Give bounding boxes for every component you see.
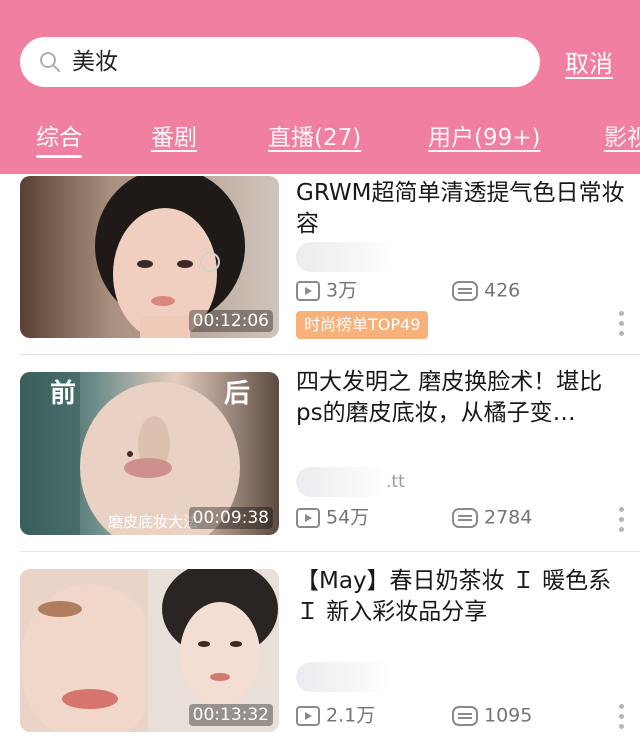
play-count-icon: [296, 280, 320, 301]
search-bar[interactable]: 美妆: [20, 37, 540, 87]
ranking-badge[interactable]: 时尚榜单TOP49: [296, 311, 429, 339]
video-thumbnail[interactable]: 前 后 磨皮底妆大法 00:09:38: [20, 372, 279, 535]
results-list[interactable]: 00:12:06 GRWM超简单清透提气色日常妆容 3万 426 时尚榜单TOP…: [0, 174, 640, 740]
cancel-button[interactable]: 取消: [565, 44, 613, 79]
tab-users[interactable]: 用户(99+): [428, 118, 540, 152]
more-icon[interactable]: [618, 311, 626, 341]
play-count: 3万: [296, 277, 357, 303]
comment-count: 1095: [452, 702, 532, 728]
video-title[interactable]: GRWM超简单清透提气色日常妆容: [296, 178, 626, 240]
comment-icon: [452, 507, 478, 528]
video-duration: 00:12:06: [188, 310, 273, 332]
comment-count: 426: [452, 277, 520, 303]
tab-all[interactable]: 综合: [36, 118, 82, 152]
search-input[interactable]: 美妆: [72, 37, 118, 87]
more-icon[interactable]: [618, 507, 626, 537]
video-title[interactable]: 四大发明之 磨皮换脸术！堪比ps的磨皮底妆，从橘子变…: [296, 367, 626, 429]
video-result-2[interactable]: 前 后 磨皮底妆大法 00:09:38 四大发明之 磨皮换脸术！堪比ps的磨皮底…: [0, 355, 640, 551]
tab-bangumi[interactable]: 番剧: [151, 118, 197, 152]
author-name-blurred[interactable]: [296, 467, 386, 497]
play-count: 2.1万: [296, 702, 375, 728]
play-count-icon: [296, 705, 320, 726]
video-thumbnail[interactable]: 00:12:06: [20, 176, 279, 338]
search-icon: [40, 52, 60, 72]
author-name-blurred[interactable]: [296, 242, 396, 272]
video-duration: 00:09:38: [188, 507, 273, 529]
play-count-icon: [296, 507, 320, 528]
video-result-1[interactable]: 00:12:06 GRWM超简单清透提气色日常妆容 3万 426 时尚榜单TOP…: [0, 174, 640, 354]
comment-icon: [452, 280, 478, 301]
play-count: 54万: [296, 504, 369, 530]
video-result-3[interactable]: 00:13:32 【May】春日奶茶妆 Ｉ 暖色系 Ｉ 新入彩妆品分享 2.1万…: [0, 552, 640, 740]
thumb-caption: 磨皮底妆大法: [108, 513, 198, 531]
video-thumbnail[interactable]: 00:13:32: [20, 569, 279, 732]
comment-count: 2784: [452, 504, 532, 530]
comment-icon: [452, 705, 478, 726]
more-icon[interactable]: [618, 704, 626, 734]
author-name-suffix: .tt: [386, 472, 405, 492]
after-label: 后: [224, 379, 250, 409]
tab-bar: 综合 番剧 直播(27) 用户(99+) 影视: [0, 118, 640, 158]
active-tab-indicator: [36, 155, 82, 158]
video-title[interactable]: 【May】春日奶茶妆 Ｉ 暖色系 Ｉ 新入彩妆品分享: [296, 566, 626, 628]
author-name-blurred[interactable]: [296, 662, 391, 692]
search-header: 美妆 取消 综合 番剧 直播(27) 用户(99+) 影视: [0, 0, 640, 174]
tab-live[interactable]: 直播(27): [268, 118, 361, 152]
video-duration: 00:13:32: [188, 704, 273, 726]
tab-film[interactable]: 影视: [604, 118, 640, 152]
before-label: 前: [50, 378, 76, 409]
